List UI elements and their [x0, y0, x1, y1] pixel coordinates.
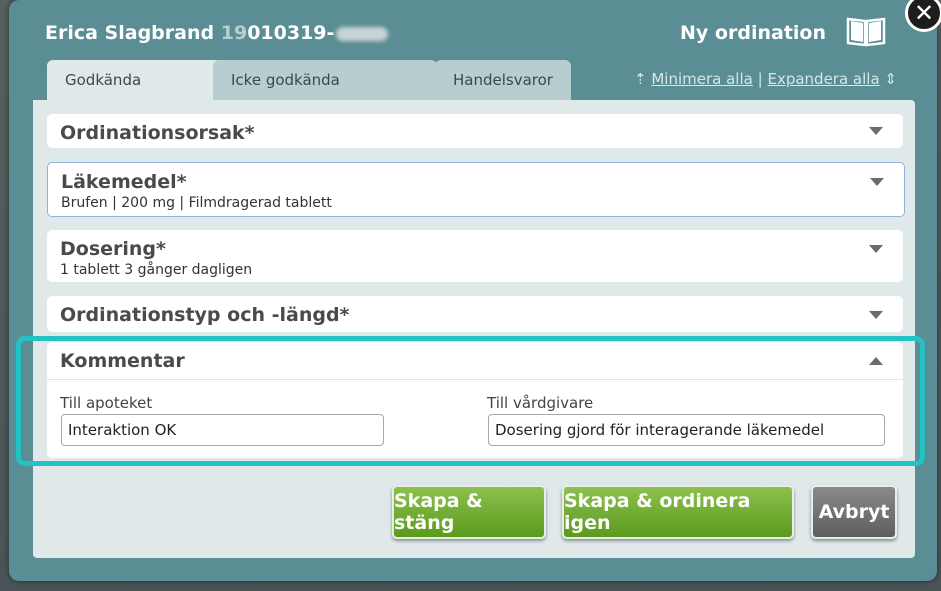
chevron-down-icon[interactable]	[869, 127, 883, 135]
section-reason[interactable]: Ordinationsorsak*	[47, 114, 903, 148]
personal-number-prefix: 19	[220, 22, 248, 44]
chevron-down-icon[interactable]	[869, 245, 883, 253]
cancel-button[interactable]: Avbryt	[811, 485, 897, 539]
tab-approved-drugs[interactable]: Godkända läkemedel	[47, 60, 238, 129]
section-title: Ordinationstyp och -längd*	[60, 304, 350, 326]
new-prescription-dialog: Erica Slagbrand 19010319- Ny ordination …	[9, 0, 937, 581]
comment-highlight-box	[16, 336, 925, 466]
dialog-title: Ny ordination	[680, 22, 826, 44]
collapse-controls: ⇡ Minimera alla | Expandera alla ⇕	[634, 70, 897, 88]
expand-icon: ⇕	[884, 70, 897, 88]
section-prescription-type[interactable]: Ordinationstyp och -längd*	[47, 296, 903, 332]
tab-non-approved-drugs[interactable]: Icke godkända läkemedel	[213, 60, 437, 129]
personal-number-mask	[336, 26, 389, 41]
section-dosage[interactable]: Dosering* 1 tablett 3 gånger dagligen	[47, 230, 903, 282]
patient-header: Erica Slagbrand 19010319-	[45, 22, 389, 44]
collapse-separator: |	[757, 70, 763, 88]
dosage-summary: 1 tablett 3 gånger dagligen	[60, 262, 253, 278]
section-title: Dosering*	[60, 238, 166, 260]
expand-all-link[interactable]: Expandera alla	[767, 70, 879, 88]
tab-merchandise[interactable]: Handelsvaror	[435, 60, 571, 100]
section-title: Ordinationsorsak*	[60, 122, 255, 144]
minimize-all-link[interactable]: Minimera alla	[651, 70, 752, 88]
section-drug[interactable]: Läkemedel* Brufen | 200 mg | Filmdragera…	[47, 162, 905, 217]
personal-number: 010319-	[247, 22, 335, 44]
section-title: Läkemedel*	[61, 171, 187, 193]
drug-summary: Brufen | 200 mg | Filmdragerad tablett	[61, 195, 332, 211]
book-icon[interactable]	[846, 15, 886, 47]
patient-name: Erica Slagbrand	[45, 22, 215, 44]
close-icon[interactable]: ✕	[905, 0, 941, 32]
minimize-icon: ⇡	[634, 70, 647, 88]
create-and-prescribe-again-button[interactable]: Skapa & ordinera igen	[562, 485, 794, 539]
chevron-down-icon[interactable]	[869, 311, 883, 319]
chevron-down-icon[interactable]	[870, 178, 884, 186]
create-and-close-button[interactable]: Skapa & stäng	[392, 485, 546, 539]
